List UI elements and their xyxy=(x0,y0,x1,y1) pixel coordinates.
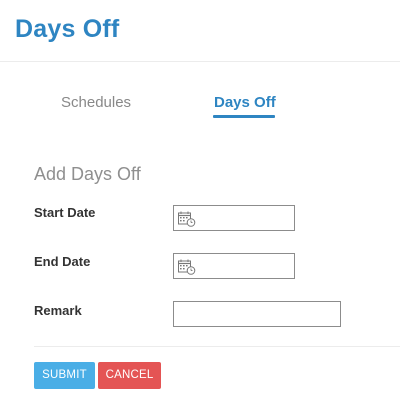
end-date-label: End Date xyxy=(34,254,91,269)
start-date-label: Start Date xyxy=(34,205,96,220)
days-off-page: Days Off Schedules Days Off Add Days Off… xyxy=(0,0,400,400)
end-date-field[interactable] xyxy=(173,253,295,279)
active-tab-indicator xyxy=(213,115,275,118)
section-title: Add Days Off xyxy=(34,164,141,184)
calendar-clock-icon[interactable] xyxy=(178,211,196,227)
submit-button[interactable]: SUBMIT xyxy=(34,362,95,389)
form-divider xyxy=(34,346,400,347)
remark-label: Remark xyxy=(34,303,82,318)
calendar-clock-icon[interactable] xyxy=(178,259,196,275)
cancel-button[interactable]: CANCEL xyxy=(98,362,161,389)
start-date-field[interactable] xyxy=(173,205,295,231)
header-divider xyxy=(0,61,400,62)
remark-field[interactable] xyxy=(173,301,341,327)
tab-schedules[interactable]: Schedules xyxy=(61,94,131,111)
tab-days-off[interactable]: Days Off xyxy=(214,94,276,111)
page-title: Days Off xyxy=(15,15,120,43)
